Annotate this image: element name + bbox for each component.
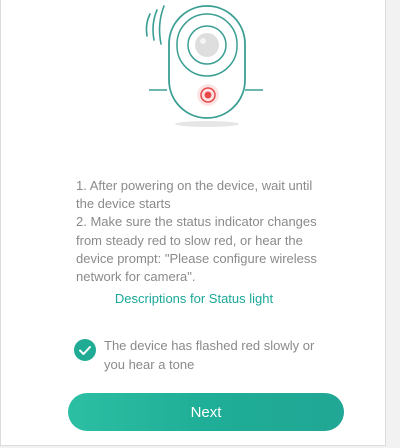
confirmation-row[interactable]: The device has flashed red slowly or you…: [74, 337, 354, 377]
instruction-line: 1. After powering on the device, wait un…: [76, 178, 313, 193]
setup-screen: 1. After powering on the device, wait un…: [0, 0, 386, 446]
wireless-signal-icon: [145, 5, 165, 45]
instruction-line: network for camera".: [76, 269, 196, 285]
instruction-line: device prompt: "Please configure wireles…: [76, 250, 317, 266]
instruction-line: 2. Make sure the status indicator change…: [76, 214, 317, 230]
camera-illustration: [145, 5, 263, 127]
setup-instructions: 1. After powering on the device, wait un…: [76, 177, 344, 286]
confirmation-checkbox[interactable]: [74, 339, 96, 361]
confirmation-label: The device has flashed red slowly or you…: [104, 337, 354, 374]
lens-highlight: [200, 38, 206, 44]
status-indicator-light: [204, 91, 212, 99]
camera-shadow: [175, 121, 239, 127]
camera-lens-icon: [195, 33, 219, 57]
status-light-descriptions-link[interactable]: Descriptions for Status light: [1, 291, 387, 306]
next-button[interactable]: Next: [68, 393, 344, 431]
confirmation-line: you hear a tone: [104, 356, 195, 372]
instruction-line: the device starts: [76, 196, 171, 212]
confirmation-line: The device has flashed red slowly or: [104, 338, 315, 353]
checkmark-icon: [79, 346, 91, 355]
instruction-line: from steady red to slow red, or hear the: [76, 232, 303, 248]
